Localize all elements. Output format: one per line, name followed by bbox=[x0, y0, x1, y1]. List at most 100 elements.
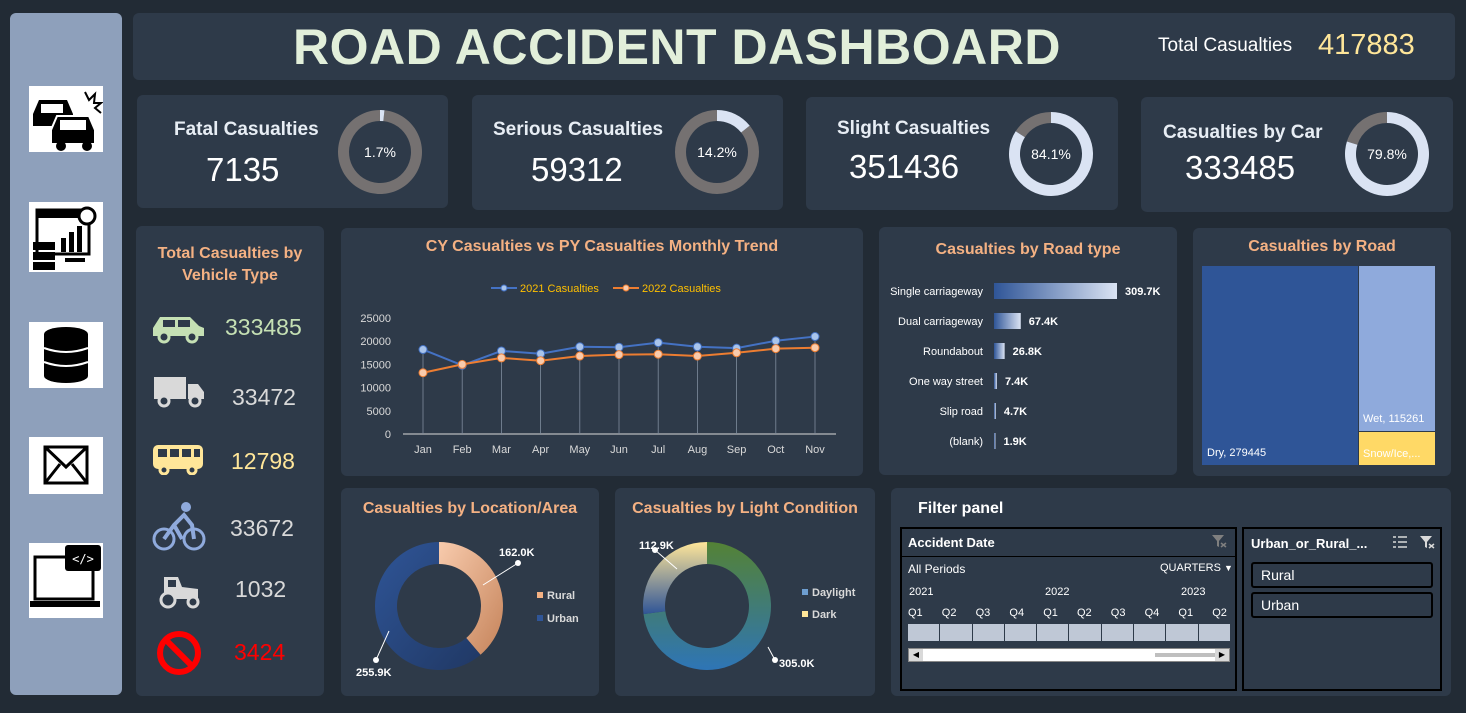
all-periods-label: All Periods bbox=[908, 562, 966, 576]
timeline-scrollbar[interactable]: ◀ ▶ bbox=[908, 648, 1230, 662]
treemap-snow-label: Snow/Ice,... bbox=[1363, 448, 1421, 460]
laptop-code-icon[interactable]: </> bbox=[29, 543, 103, 618]
data-point bbox=[614, 350, 624, 360]
slicer-option-rural[interactable]: Rural bbox=[1251, 562, 1433, 588]
timeline-quarter-cell[interactable] bbox=[972, 624, 1004, 641]
slicer-option-urban[interactable]: Urban bbox=[1251, 592, 1433, 618]
timeline-quarter-cell[interactable] bbox=[1037, 624, 1069, 641]
bar-value-label: 309.7K bbox=[1125, 286, 1161, 298]
timeline-quarter-cell[interactable] bbox=[1069, 624, 1101, 641]
y-tick-label: 15000 bbox=[360, 359, 391, 371]
clear-filter-icon[interactable] bbox=[1211, 534, 1227, 548]
dark-value-label: 112.9K bbox=[639, 540, 674, 552]
kpi-donut-rest bbox=[1346, 112, 1387, 145]
bar-value-label: 1.9K bbox=[1004, 436, 1027, 448]
timeline-quarter-cell[interactable] bbox=[1101, 624, 1134, 641]
car-crash-icon[interactable] bbox=[29, 86, 103, 152]
kpi-value: 59312 bbox=[531, 151, 623, 188]
treemap-snow[interactable]: Snow/Ice,... bbox=[1359, 432, 1435, 465]
timeline-quarter-bar[interactable] bbox=[908, 624, 1230, 641]
multi-select-icon[interactable] bbox=[1392, 535, 1408, 549]
data-point bbox=[771, 336, 781, 346]
kpi-card-car: Casualties by Car 333485 79.8% bbox=[1141, 97, 1453, 212]
monthly-trend-panel: CY Casualties vs PY Casualties Monthly T… bbox=[341, 228, 863, 476]
data-point bbox=[575, 342, 585, 352]
kpi-donut: 84.1% bbox=[1009, 112, 1093, 196]
data-point bbox=[653, 349, 663, 359]
x-tick-label: Jun bbox=[610, 444, 628, 456]
bar-category-label: Single carriageway bbox=[890, 286, 983, 298]
rural-value-label: 162.0K bbox=[499, 547, 535, 559]
urban-rural-slicer[interactable]: Urban_or_Rural_... Rural Urban bbox=[1242, 527, 1442, 691]
bar-category-label: (blank) bbox=[949, 436, 983, 448]
dashboard-settings-icon[interactable] bbox=[29, 202, 103, 272]
mail-icon[interactable] bbox=[29, 437, 103, 494]
bar-value-label: 4.7K bbox=[1004, 406, 1027, 418]
scroll-right-icon[interactable]: ▶ bbox=[1215, 649, 1229, 661]
total-casualties-label: Total Casualties bbox=[1158, 35, 1293, 56]
y-tick-label: 10000 bbox=[360, 383, 391, 395]
treemap-dry[interactable]: Dry, 279445 bbox=[1202, 266, 1358, 465]
road-type-bar bbox=[994, 283, 1117, 299]
accident-date-timeline[interactable]: Accident Date All Periods QUARTERS ▼ 202… bbox=[900, 527, 1237, 691]
x-tick-label: Jul bbox=[651, 444, 665, 456]
data-point bbox=[496, 353, 506, 363]
x-tick-label: Apr bbox=[532, 444, 549, 456]
legend-dark: Dark bbox=[812, 609, 837, 621]
timeline-quarter-cell[interactable] bbox=[908, 624, 940, 641]
kpi-label: Slight Casualties bbox=[837, 118, 991, 139]
title-bar: ROAD ACCIDENT DASHBOARD Total Casualties… bbox=[133, 13, 1455, 80]
prohibited-icon bbox=[157, 631, 201, 675]
kpi-label: Serious Casualties bbox=[493, 119, 664, 140]
timeline-level-dropdown[interactable]: QUARTERS ▼ bbox=[1160, 562, 1233, 574]
timeline-title: Accident Date bbox=[908, 535, 995, 550]
data-point bbox=[692, 342, 702, 352]
vehicle-value: 333485 bbox=[225, 314, 302, 340]
timeline-quarter-label: Q4 bbox=[1144, 607, 1160, 619]
database-icon[interactable] bbox=[29, 322, 103, 388]
vehicle-title-line2: Vehicle Type bbox=[182, 267, 278, 284]
timeline-quarter-cell[interactable] bbox=[1004, 624, 1037, 641]
legend-urban: Urban bbox=[547, 613, 579, 625]
page-title: ROAD ACCIDENT DASHBOARD bbox=[293, 19, 1061, 75]
data-point bbox=[614, 342, 624, 352]
road-type-bar bbox=[994, 313, 1021, 329]
timeline-quarter-label: Q3 bbox=[975, 607, 991, 619]
kpi-donut-share bbox=[717, 110, 750, 133]
vehicle-value: 3424 bbox=[234, 639, 286, 665]
timeline-quarter-label: Q1 bbox=[1043, 607, 1058, 619]
treemap-wet[interactable]: Wet, 115261 bbox=[1359, 266, 1435, 431]
kpi-value: 351436 bbox=[849, 148, 960, 185]
data-point bbox=[810, 343, 820, 353]
road-surface-title: Casualties by Road bbox=[1248, 238, 1396, 255]
sidebar: </> bbox=[10, 13, 122, 695]
kpi-donut: 1.7% bbox=[338, 110, 422, 194]
treemap-dry-label: Dry, 279445 bbox=[1207, 447, 1267, 459]
timeline-quarter-label: Q4 bbox=[1009, 607, 1025, 619]
vehicle-value: 12798 bbox=[231, 448, 295, 474]
kpi-card-serious: Serious Casualties 59312 14.2% bbox=[472, 95, 783, 210]
x-tick-label: Oct bbox=[767, 444, 784, 456]
road-surface-panel: Casualties by Road Dry, 279445 Wet, 1152… bbox=[1193, 228, 1451, 476]
timeline-quarter-cell[interactable] bbox=[1166, 624, 1198, 641]
data-point bbox=[418, 368, 428, 378]
kpi-card-fatal: Fatal Casualties 7135 1.7% bbox=[137, 95, 448, 208]
y-tick-label: 20000 bbox=[360, 336, 391, 348]
scroll-left-icon[interactable]: ◀ bbox=[909, 649, 923, 661]
timeline-quarter-cell[interactable] bbox=[1134, 624, 1166, 641]
light-chart: 305.0K 112.9K Daylight Dark bbox=[639, 540, 856, 670]
timeline-quarter-cell[interactable] bbox=[1198, 624, 1230, 641]
timeline-quarter-cell[interactable] bbox=[940, 624, 972, 641]
kpi-label: Casualties by Car bbox=[1163, 122, 1323, 143]
road-type-bar bbox=[994, 343, 1005, 359]
data-point bbox=[457, 359, 467, 369]
data-point bbox=[810, 332, 820, 342]
bar-value-label: 67.4K bbox=[1029, 316, 1058, 328]
legend-rural: Rural bbox=[547, 590, 575, 602]
timeline-quarter-labels: Q1 Q2 Q3 Q4 Q1 Q2 Q3 Q4 Q1 Q2 bbox=[908, 607, 1238, 621]
clear-filter-icon[interactable] bbox=[1419, 535, 1435, 549]
treemap-wet-label: Wet, 115261 bbox=[1363, 413, 1425, 425]
daylight-value-label: 305.0K bbox=[779, 658, 815, 670]
bar-value-label: 7.4K bbox=[1005, 376, 1028, 388]
x-tick-label: Nov bbox=[805, 444, 825, 456]
